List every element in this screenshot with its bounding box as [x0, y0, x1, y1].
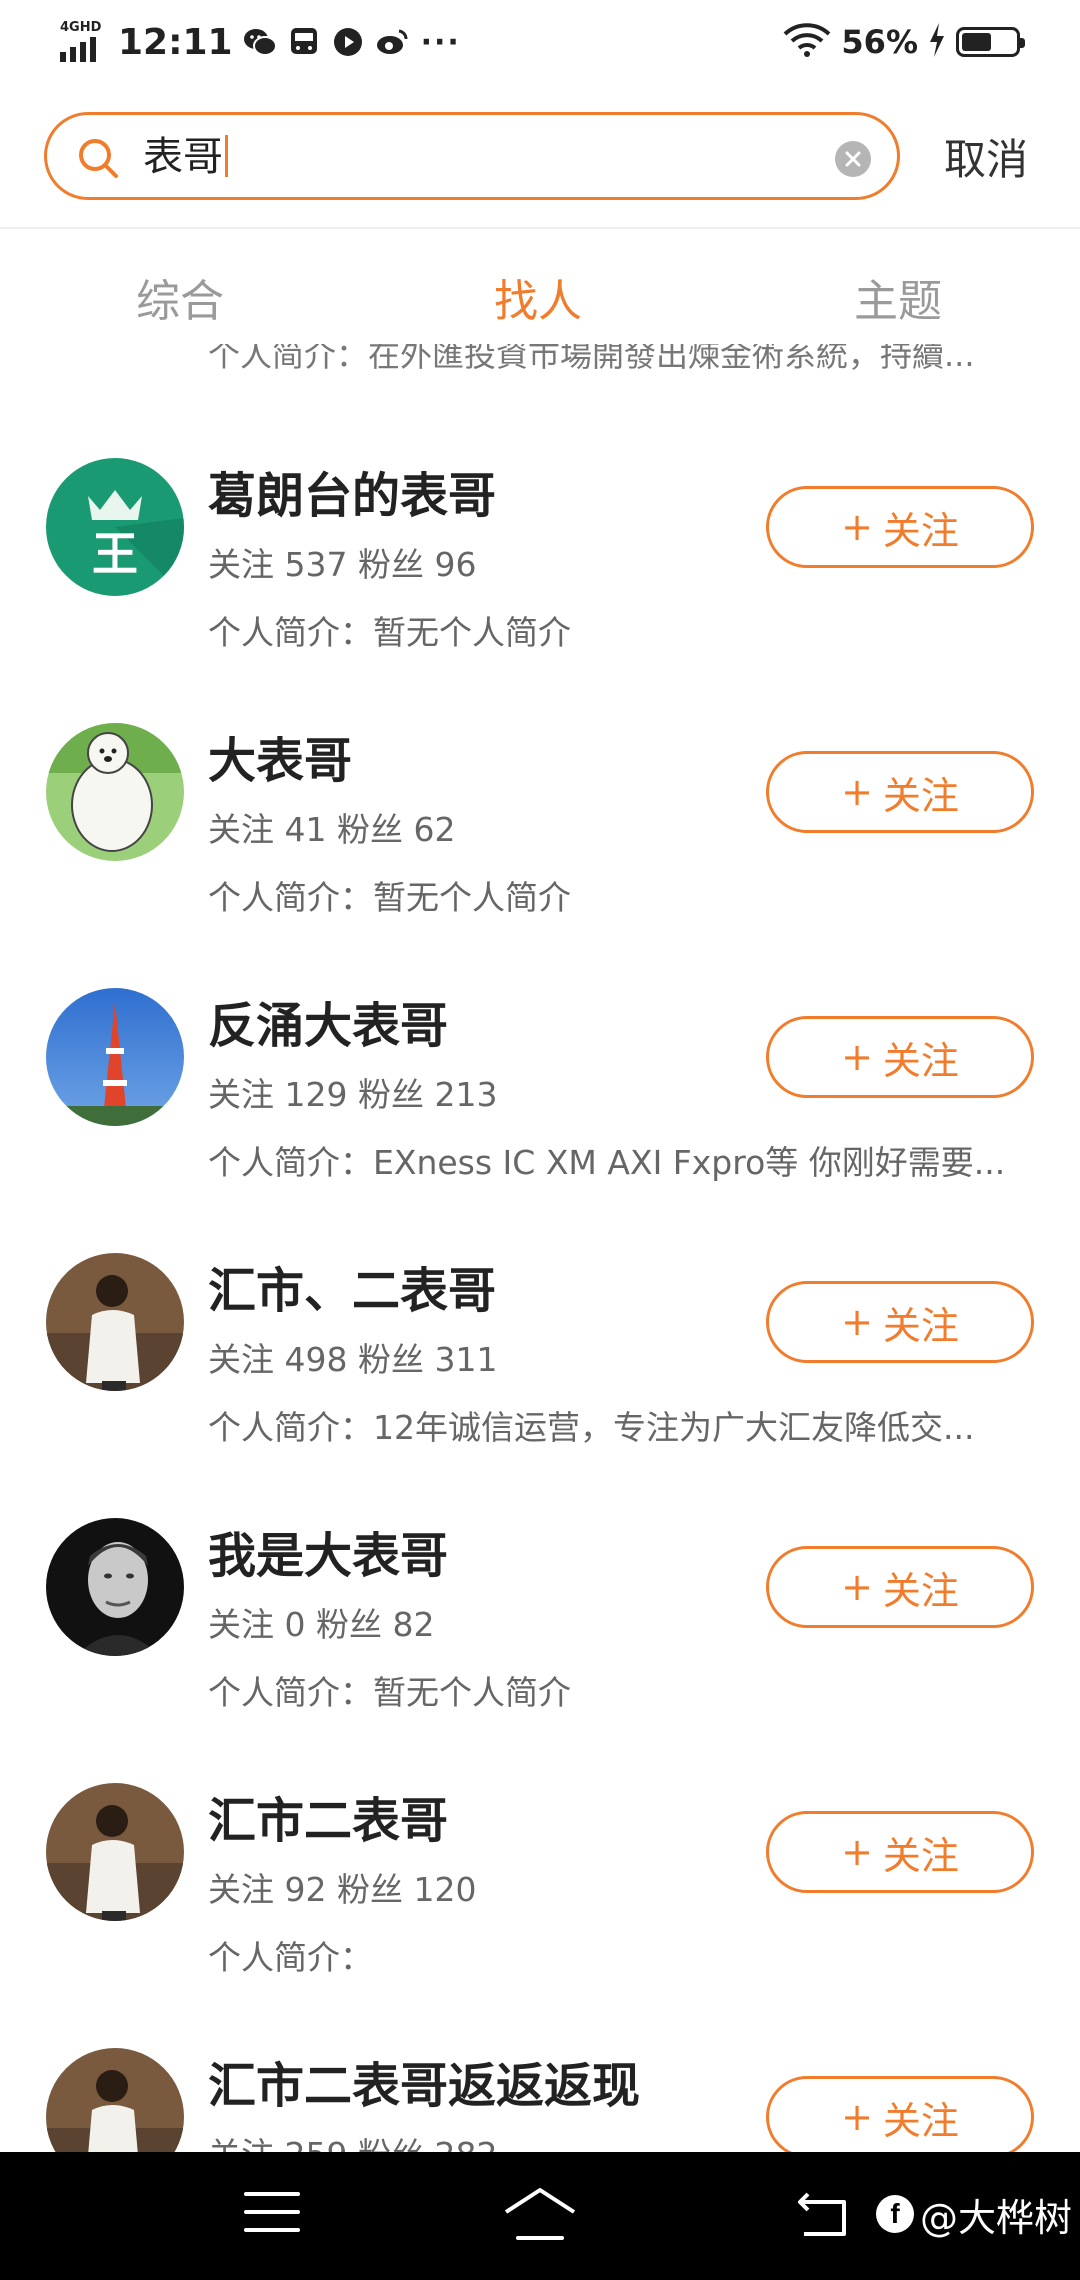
- watermark-text: @大桦树: [920, 2195, 1073, 2240]
- follow-button[interactable]: + 关注: [766, 1281, 1034, 1363]
- avatar[interactable]: 王: [46, 458, 184, 596]
- list-item[interactable]: 我是大表哥 关注 0 粉丝 82 个人简介：暂无个人简介 + 关注: [0, 1518, 1080, 1783]
- signal-icon: 4GHD: [60, 20, 106, 64]
- status-bar: 4GHD 12:11 ··· 56%: [0, 0, 1080, 84]
- list-item[interactable]: 反涌大表哥 关注 129 粉丝 213 个人简介：EXness IC XM AX…: [0, 988, 1080, 1253]
- user-stats: 关注 537 粉丝 96: [208, 545, 477, 584]
- avatar-king-text: 王: [92, 527, 138, 581]
- user-name[interactable]: 大表哥: [208, 721, 352, 791]
- more-notifications-icon: ···: [420, 24, 461, 60]
- follow-button[interactable]: + 关注: [766, 1811, 1034, 1893]
- user-name[interactable]: 汇市二表哥返返返现: [208, 2046, 640, 2116]
- charging-icon: [928, 23, 946, 61]
- plus-icon: +: [841, 1300, 873, 1344]
- user-bio: 个人简介：暂无个人简介: [208, 878, 571, 917]
- watermark: f @大桦树: [876, 2186, 1072, 2242]
- plus-icon: +: [841, 1035, 873, 1079]
- search-header: 表哥 取消: [0, 84, 1080, 228]
- home-button[interactable]: [500, 2182, 580, 2246]
- follow-button[interactable]: + 关注: [766, 2076, 1034, 2158]
- battery-percent: 56%: [841, 23, 918, 61]
- back-button[interactable]: [794, 2186, 854, 2242]
- avatar[interactable]: [46, 988, 184, 1126]
- plus-icon: +: [841, 2095, 873, 2139]
- user-bio: 个人简介：EXness IC XM AXI Fxpro等 你刚好需要...: [208, 1143, 1006, 1182]
- system-nav-bar: f @大桦树: [0, 2152, 1080, 2280]
- bus-icon: [287, 25, 321, 59]
- tab-people[interactable]: 找人: [494, 265, 582, 329]
- avatar[interactable]: [46, 1783, 184, 1921]
- user-bio: 个人简介：12年诚信运营，专注为广大汇友降低交...: [208, 1408, 975, 1447]
- close-icon: [845, 151, 861, 167]
- list-item[interactable]: 王 葛朗台的表哥 关注 537 粉丝 96 个人简介：暂无个人简介 + 关注: [0, 458, 1080, 723]
- cancel-button[interactable]: 取消: [944, 126, 1028, 187]
- user-name[interactable]: 我是大表哥: [208, 1516, 448, 1586]
- follow-button[interactable]: + 关注: [766, 1016, 1034, 1098]
- user-name[interactable]: 葛朗台的表哥: [208, 456, 496, 526]
- previous-item-bio: 个人简介：在外匯投資市場開發出煉金術系統，持續...: [208, 344, 975, 374]
- user-stats: 关注 498 粉丝 311: [208, 1340, 498, 1379]
- weibo-icon: [375, 25, 409, 59]
- battery-fill: [962, 33, 991, 51]
- follow-button[interactable]: + 关注: [766, 486, 1034, 568]
- plus-icon: +: [841, 1830, 873, 1874]
- list-item[interactable]: 大表哥 关注 41 粉丝 62 个人简介：暂无个人简介 + 关注: [0, 723, 1080, 988]
- music-icon: [331, 25, 365, 59]
- follow-button[interactable]: + 关注: [766, 751, 1034, 833]
- search-input[interactable]: 表哥: [44, 112, 900, 200]
- status-time: 12:11: [118, 21, 233, 63]
- search-icon: [79, 139, 118, 178]
- user-stats: 关注 41 粉丝 62: [208, 810, 456, 849]
- list-item[interactable]: 汇市二表哥 关注 92 粉丝 120 个人简介： + 关注: [0, 1783, 1080, 2048]
- list-item[interactable]: 汇市、二表哥 关注 498 粉丝 311 个人简介：12年诚信运营，专注为广大汇…: [0, 1253, 1080, 1518]
- wechat-icon: [243, 25, 277, 59]
- user-stats: 关注 0 粉丝 82: [208, 1605, 435, 1644]
- user-bio: 个人简介：暂无个人简介: [208, 1673, 571, 1712]
- clear-search-button[interactable]: [835, 141, 871, 177]
- plus-icon: +: [841, 505, 873, 549]
- search-tabs: 综合 找人 主题: [0, 229, 1080, 359]
- wifi-icon: [783, 22, 831, 62]
- search-query-text[interactable]: 表哥: [143, 133, 228, 181]
- battery-icon: [956, 27, 1025, 57]
- user-stats: 关注 129 粉丝 213: [208, 1075, 498, 1114]
- plus-icon: +: [841, 770, 873, 814]
- user-name[interactable]: 汇市二表哥: [208, 1781, 448, 1851]
- user-name[interactable]: 汇市、二表哥: [208, 1251, 496, 1321]
- user-bio: 个人简介：: [208, 1938, 373, 1977]
- user-name[interactable]: 反涌大表哥: [208, 986, 448, 1056]
- avatar[interactable]: [46, 723, 184, 861]
- tab-comprehensive[interactable]: 综合: [136, 265, 224, 329]
- facebook-logo-icon: f: [876, 2195, 914, 2233]
- plus-icon: +: [841, 1565, 873, 1609]
- text-caret: [225, 135, 228, 177]
- user-stats: 关注 92 粉丝 120: [208, 1870, 477, 1909]
- menu-button[interactable]: [244, 2192, 300, 2240]
- follow-button[interactable]: + 关注: [766, 1546, 1034, 1628]
- user-bio: 个人简介：暂无个人简介: [208, 613, 571, 652]
- avatar[interactable]: [46, 1253, 184, 1391]
- avatar[interactable]: [46, 1518, 184, 1656]
- tab-topics[interactable]: 主题: [854, 265, 942, 329]
- network-type-label: 4GHD: [60, 20, 102, 35]
